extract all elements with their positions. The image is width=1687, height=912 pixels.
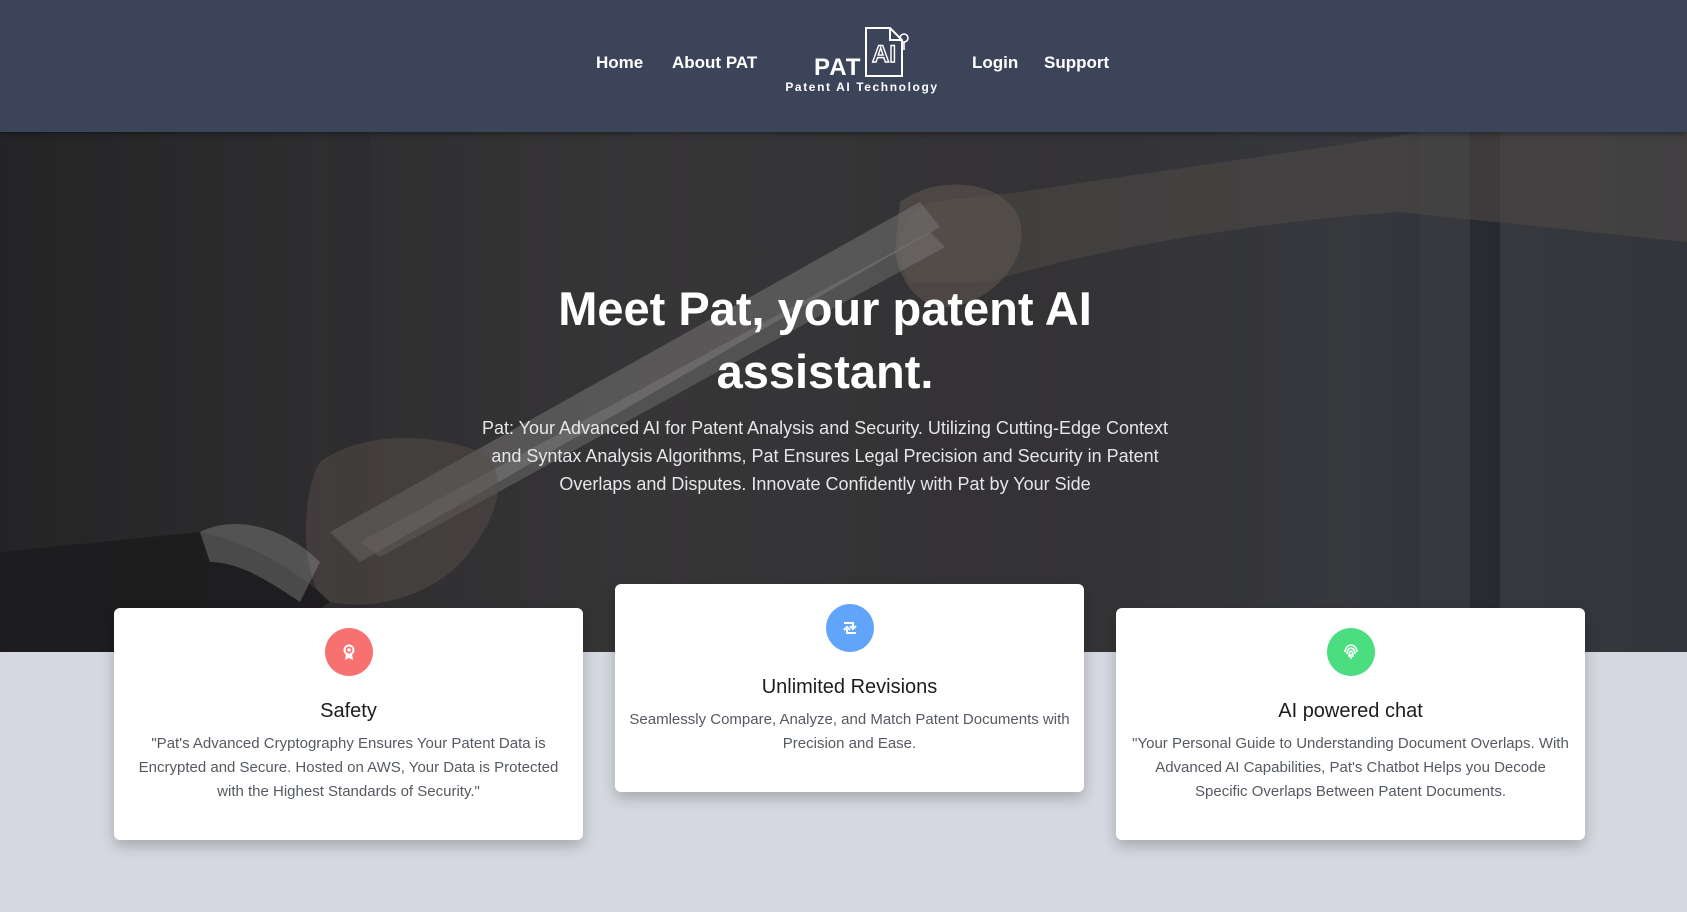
feature-title: Safety xyxy=(320,700,377,722)
feature-title: AI powered chat xyxy=(1278,700,1423,722)
fingerprint-icon xyxy=(1327,628,1375,676)
feature-card-unlimited-revisions: Unlimited Revisions Seamlessly Compare, … xyxy=(615,584,1084,792)
logo-text: PAT xyxy=(814,54,862,81)
feature-card-safety: Safety "Pat's Advanced Cryptography Ensu… xyxy=(114,608,583,840)
retweet-icon xyxy=(826,604,874,652)
feature-description: "Your Personal Guide to Understanding Do… xyxy=(1132,735,1569,800)
nav-login-link[interactable]: Login xyxy=(972,53,1018,73)
logo-mark: AI xyxy=(872,41,896,68)
feature-card-ai-chat: AI powered chat "Your Personal Guide to … xyxy=(1116,608,1585,840)
logo[interactable]: PAT AI Patent AI Technology xyxy=(782,24,942,100)
hero-section: Meet Pat, your patent AI assistant. Pat:… xyxy=(0,132,1687,652)
navbar: Home About PAT PAT AI Patent AI Technolo… xyxy=(0,0,1687,132)
award-icon xyxy=(325,628,373,676)
nav-support-link[interactable]: Support xyxy=(1044,53,1109,73)
feature-description: "Pat's Advanced Cryptography Ensures You… xyxy=(138,735,559,800)
nav-about-link[interactable]: About PAT xyxy=(672,53,757,73)
logo-tagline: Patent AI Technology xyxy=(785,80,939,94)
hero-title: Meet Pat, your patent AI assistant. xyxy=(558,282,1092,398)
document-ai-icon: AI xyxy=(865,27,909,77)
hero-subtitle: Pat: Your Advanced AI for Patent Analysi… xyxy=(481,418,1169,494)
nav-home-link[interactable]: Home xyxy=(596,53,643,73)
feature-title: Unlimited Revisions xyxy=(761,676,938,698)
feature-description: Seamlessly Compare, Analyze, and Match P… xyxy=(629,711,1070,752)
